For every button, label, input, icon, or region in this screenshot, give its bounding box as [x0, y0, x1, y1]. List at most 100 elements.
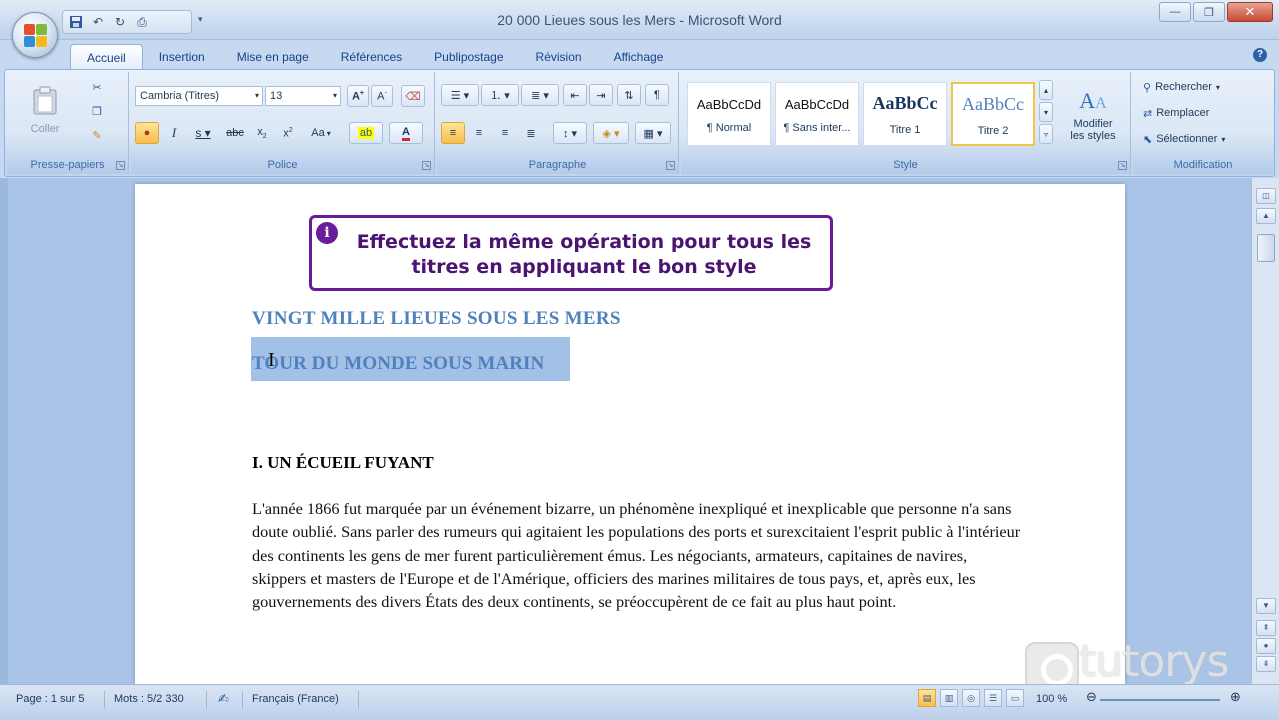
tab-mise-en-page[interactable]: Mise en page — [221, 44, 325, 70]
bold-button[interactable]: ● — [135, 122, 159, 144]
scroll-thumb[interactable] — [1257, 234, 1275, 262]
title-bar: ↶ ↻ ⎙ ▾ 20 000 Lieues sous les Mers - Mi… — [0, 0, 1279, 40]
web-layout-view-icon[interactable]: ◎ — [962, 689, 980, 707]
subscript-button[interactable]: x2 — [251, 122, 273, 144]
align-left-button[interactable]: ≡ — [441, 122, 465, 144]
vertical-scrollbar[interactable]: ◫ ▲ ▼ ⇞ ● ⇟ — [1251, 178, 1279, 684]
proofing-icon[interactable]: ✍ — [218, 691, 229, 707]
close-button[interactable]: ✕ — [1227, 2, 1273, 22]
maximize-button[interactable]: ❐ — [1193, 2, 1225, 22]
draft-view-icon[interactable]: ▭ — [1006, 689, 1024, 707]
page-count[interactable]: Page : 1 sur 5 — [16, 693, 85, 705]
cut-button[interactable]: ✂ — [85, 78, 109, 96]
styles-scroll-up[interactable]: ▴ — [1039, 80, 1053, 100]
styles-more[interactable]: ▿ — [1039, 124, 1053, 144]
group-label-paragraph: Paragraphe — [437, 156, 678, 174]
multilevel-list-button[interactable]: ≣ ▾ — [521, 84, 559, 106]
office-button[interactable] — [12, 12, 58, 58]
superscript-button[interactable]: x2 — [277, 122, 299, 144]
underline-button[interactable]: s ▾ — [189, 122, 217, 144]
underline-icon: s ▾ — [195, 126, 211, 140]
styles-dialog-launcher[interactable]: ↘ — [1118, 161, 1127, 170]
borders-button[interactable]: ▦ ▾ — [635, 122, 671, 144]
line-spacing-button[interactable]: ↕ ▾ — [553, 122, 587, 144]
tab-publipostage[interactable]: Publipostage — [418, 44, 519, 70]
zoom-out-icon[interactable]: ⊖ — [1086, 689, 1097, 705]
change-case-button[interactable]: Aa ▾ — [303, 122, 339, 144]
bullets-button[interactable]: ☰ ▾ — [441, 84, 479, 106]
language-status[interactable]: Français (France) — [252, 693, 339, 705]
italic-button[interactable]: I — [163, 122, 185, 144]
show-formatting-button[interactable]: ¶ — [645, 84, 669, 106]
ruler-toggle-icon[interactable]: ◫ — [1256, 188, 1276, 204]
status-divider — [104, 691, 105, 709]
align-right-button[interactable]: ≡ — [493, 122, 517, 144]
next-page-button[interactable]: ⇟ — [1256, 656, 1276, 672]
styles-scroll-down[interactable]: ▾ — [1039, 102, 1053, 122]
help-icon[interactable]: ? — [1253, 48, 1267, 62]
body-paragraph[interactable]: L'année 1866 fut marquée par un événemen… — [252, 497, 1022, 613]
previous-page-button[interactable]: ⇞ — [1256, 620, 1276, 636]
shading-button[interactable]: ◈ ▾ — [593, 122, 629, 144]
zoom-slider[interactable] — [1100, 699, 1220, 701]
print-layout-view-icon[interactable]: ▤ — [918, 689, 936, 707]
outline-view-icon[interactable]: ☰ — [984, 689, 1002, 707]
change-case-label: Aa — [311, 127, 325, 139]
replace-button[interactable]: ⇄ Remplacer — [1139, 102, 1263, 124]
cursor-arrow-icon: ⬉ — [1143, 133, 1153, 146]
zoom-level[interactable]: 100 % — [1036, 693, 1067, 705]
copy-button[interactable]: ❐ — [85, 102, 109, 120]
select-button[interactable]: ⬉ Sélectionner ▾ — [1139, 128, 1263, 150]
sort-button[interactable]: ⇅ — [617, 84, 641, 106]
chapter-heading[interactable]: I. UN ÉCUEIL FUYANT — [252, 453, 434, 473]
align-center-button[interactable]: ≡ — [467, 122, 491, 144]
paste-button[interactable]: Coller — [19, 78, 71, 142]
heading-title[interactable]: VINGT MILLE LIEUES SOUS LES MERS — [252, 308, 621, 330]
font-color-button[interactable]: A — [389, 122, 423, 144]
grow-font-button[interactable]: A+ — [347, 85, 369, 107]
format-painter-button[interactable]: ✎ — [85, 126, 109, 144]
tab-affichage[interactable]: Affichage — [598, 44, 680, 70]
style-titre-1[interactable]: AaBbCc Titre 1 — [863, 82, 947, 146]
zoom-in-icon[interactable]: ⊕ — [1230, 689, 1241, 705]
style-normal[interactable]: AaBbCcDd ¶ Normal — [687, 82, 771, 146]
word-count[interactable]: Mots : 5/2 330 — [114, 693, 184, 705]
style-no-spacing[interactable]: AaBbCcDd ¶ Sans inter... — [775, 82, 859, 146]
increase-indent-button[interactable]: ⇥ — [589, 84, 613, 106]
text-cursor-icon: I — [268, 349, 275, 371]
strikethrough-icon: abc — [226, 127, 244, 139]
tab-accueil[interactable]: Accueil — [70, 44, 143, 70]
numbering-button[interactable]: ⒈ ▾ — [481, 84, 519, 106]
select-label: Sélectionner — [1156, 133, 1218, 145]
clipboard-dialog-launcher[interactable]: ↘ — [116, 161, 125, 170]
numbered-list-icon: ⒈ ▾ — [490, 90, 510, 102]
tab-references[interactable]: Références — [325, 44, 418, 70]
subscript-icon: x2 — [257, 125, 267, 141]
decrease-indent-button[interactable]: ⇤ — [563, 84, 587, 106]
strikethrough-button[interactable]: abc — [223, 122, 247, 144]
scroll-down-button[interactable]: ▼ — [1256, 598, 1276, 614]
full-screen-reading-view-icon[interactable]: ▥ — [940, 689, 958, 707]
shrink-font-button[interactable]: A- — [371, 85, 393, 107]
find-button[interactable]: ⚲ Rechercher ▾ — [1139, 76, 1263, 98]
font-name-combo[interactable]: Cambria (Titres) ▾ — [135, 86, 263, 106]
tab-insertion[interactable]: Insertion — [143, 44, 221, 70]
style-titre-2[interactable]: AaBbCc Titre 2 — [951, 82, 1035, 146]
clear-format-button[interactable]: ⌫ — [401, 85, 425, 107]
heading-subtitle-selected[interactable]: TOUR DU MONDE SOUS MARIN — [252, 353, 544, 375]
highlight-button[interactable]: ab — [349, 122, 383, 144]
chevron-down-icon: ▾ — [326, 128, 331, 138]
browse-object-button[interactable]: ● — [1256, 638, 1276, 654]
scroll-up-button[interactable]: ▲ — [1256, 208, 1276, 224]
change-styles-button[interactable]: AA Modifier les styles — [1059, 78, 1127, 152]
justify-button[interactable]: ≣ — [519, 122, 543, 144]
chevron-down-icon: ▾ — [332, 91, 337, 100]
group-font: Cambria (Titres) ▾ 13 ▾ A+ A- ⌫ ● I s ▾ ab… — [131, 72, 435, 174]
tab-revision[interactable]: Révision — [520, 44, 598, 70]
font-size-combo[interactable]: 13 ▾ — [265, 86, 341, 106]
brush-icon: ✎ — [92, 129, 102, 142]
paragraph-dialog-launcher[interactable]: ↘ — [666, 161, 675, 170]
borders-icon: ▦ ▾ — [643, 127, 663, 140]
font-dialog-launcher[interactable]: ↘ — [422, 161, 431, 170]
minimize-button[interactable]: — — [1159, 2, 1191, 22]
